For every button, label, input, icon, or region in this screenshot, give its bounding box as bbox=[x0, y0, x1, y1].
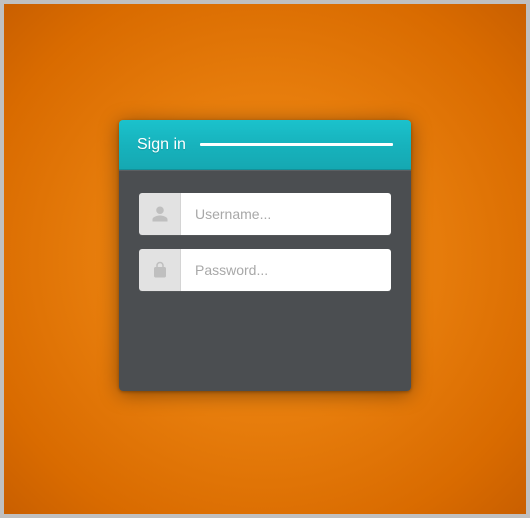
signin-title: Sign in bbox=[137, 136, 186, 154]
password-input[interactable] bbox=[181, 249, 391, 291]
signin-body bbox=[119, 170, 411, 391]
signin-header: Sign in bbox=[119, 120, 411, 170]
username-input[interactable] bbox=[181, 193, 391, 235]
app-backdrop: Sign in bbox=[4, 4, 526, 514]
username-field-wrapper bbox=[139, 193, 391, 235]
password-field-wrapper bbox=[139, 249, 391, 291]
signin-card: Sign in bbox=[119, 120, 411, 391]
header-divider bbox=[200, 143, 393, 146]
user-icon bbox=[139, 193, 181, 235]
lock-icon bbox=[139, 249, 181, 291]
